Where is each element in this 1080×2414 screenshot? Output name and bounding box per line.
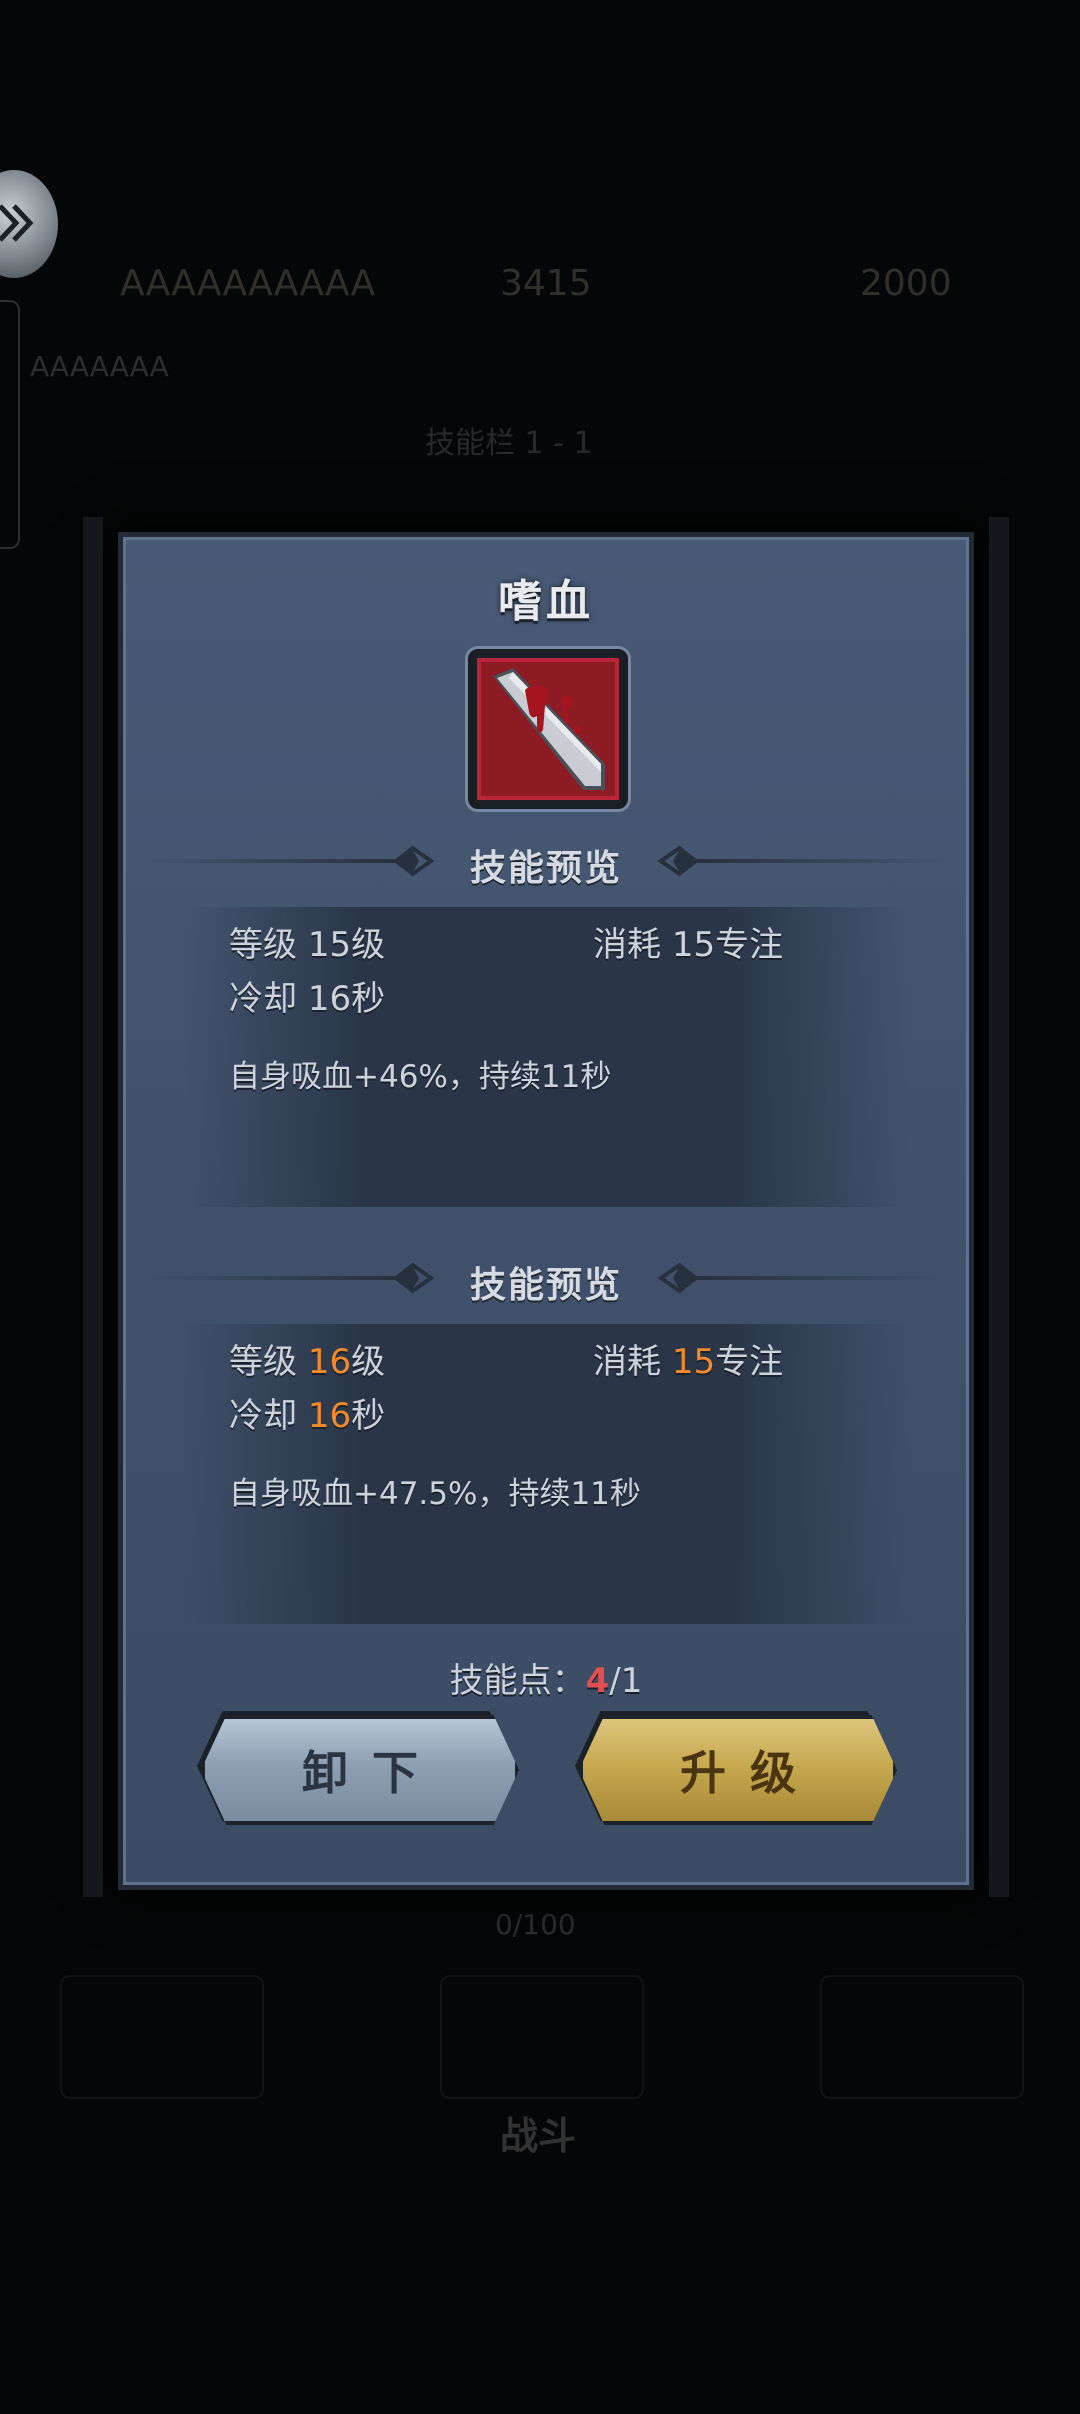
level-unit: 级 xyxy=(351,1342,386,1382)
double-chevron-icon xyxy=(0,204,34,242)
background-slot xyxy=(60,1975,264,2099)
cost-label: 消耗 xyxy=(593,1342,661,1382)
cooldown-unit: 秒 xyxy=(351,979,386,1019)
level-stat: 等级 16级 xyxy=(229,1334,385,1383)
level-value: 16 xyxy=(307,1342,352,1382)
side-panel xyxy=(0,300,20,549)
next-stats-panel: 等级 16级 消耗 15专注 冷却 16秒 自身吸血+47.5%，持续11秒 xyxy=(183,1324,909,1624)
cooldown-value: 16 xyxy=(307,1396,352,1436)
unload-button[interactable]: 卸下 xyxy=(201,1715,519,1825)
background-tab: 技能栏 1 - 1 xyxy=(425,426,593,461)
upgrade-button[interactable]: 升级 xyxy=(579,1715,897,1825)
background-gold: 3415 xyxy=(500,263,592,304)
screen: AAAAAAAAAA 3415 2000 AAAAAAA 技能栏 1 - 1 0… xyxy=(0,0,1080,2414)
divider-line xyxy=(689,1276,949,1280)
level-label: 等级 xyxy=(229,1342,297,1382)
background-gems: 2000 xyxy=(860,263,952,304)
skill-title: 嗜血 xyxy=(498,576,594,627)
cooldown-value: 16 xyxy=(307,979,352,1019)
level-stat: 等级 15级 xyxy=(229,917,385,966)
cost-unit: 专注 xyxy=(715,1342,784,1382)
current-stats-panel: 等级 15级 消耗 15专注 冷却 16秒 自身吸血+46%，持续11秒 xyxy=(183,907,909,1207)
effect-description: 自身吸血+46%，持续11秒 xyxy=(229,1059,612,1095)
cost-unit: 专注 xyxy=(715,925,784,965)
bloody-blade-icon xyxy=(468,649,628,809)
cost-value: 15 xyxy=(671,1342,716,1382)
background-progress: 0/100 xyxy=(495,1908,576,1941)
background-slot xyxy=(440,1975,644,2099)
level-unit: 级 xyxy=(351,925,386,965)
background-player-name: AAAAAAAAAA xyxy=(120,263,376,304)
cooldown-label: 冷却 xyxy=(229,979,297,1019)
skill-points: 技能点：4/1 xyxy=(123,1653,969,1702)
cooldown-stat: 冷却 16秒 xyxy=(229,971,385,1020)
skill-points-label: 技能点： xyxy=(449,1661,586,1701)
level-value: 15 xyxy=(307,925,352,965)
effect-description: 自身吸血+47.5%，持续11秒 xyxy=(229,1476,641,1512)
cooldown-unit: 秒 xyxy=(351,1396,386,1436)
background-subtitle: AAAAAAA xyxy=(30,350,169,383)
section-title: 技能预览 xyxy=(469,1265,622,1306)
background-slot xyxy=(820,1975,1024,2099)
cost-value: 15 xyxy=(671,925,716,965)
skill-detail-dialog: 嗜血 技能预览 等级 15级 消耗 15专注 冷却 16秒 自身吸血+46%，持… xyxy=(83,517,1009,1897)
skill-points-total: /1 xyxy=(609,1661,643,1701)
cooldown-label: 冷却 xyxy=(229,1396,297,1436)
cost-stat: 消耗 15专注 xyxy=(593,1334,783,1383)
cost-stat: 消耗 15专注 xyxy=(593,917,783,966)
level-label: 等级 xyxy=(229,925,297,965)
section-title: 技能预览 xyxy=(469,848,622,889)
cooldown-stat: 冷却 16秒 xyxy=(229,1388,385,1437)
section-header-next: 技能预览 xyxy=(123,1252,969,1306)
background-battle-label: 战斗 xyxy=(500,2114,577,2158)
cost-label: 消耗 xyxy=(593,925,661,965)
section-header-current: 技能预览 xyxy=(123,835,969,889)
background-top-bar: AAAAAAAAAA 3415 2000 xyxy=(60,255,1050,315)
skill-points-current: 4 xyxy=(585,1661,610,1701)
divider-line xyxy=(689,859,949,863)
